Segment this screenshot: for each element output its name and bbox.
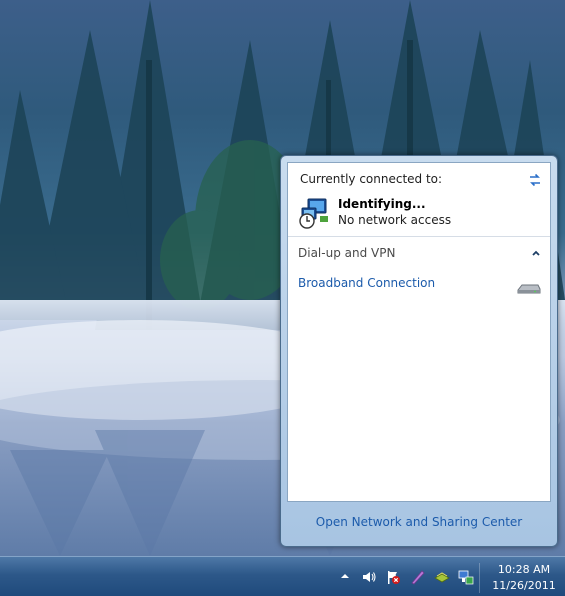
tray-divider [479, 563, 480, 593]
modem-icon [517, 284, 541, 294]
action-center-flag-icon[interactable] [385, 569, 401, 585]
clock-time[interactable]: 10:28 AM [484, 563, 564, 576]
network-icon[interactable] [458, 569, 474, 585]
layers-icon[interactable] [434, 569, 450, 585]
volume-icon[interactable] [361, 569, 377, 585]
chevron-up-icon[interactable] [531, 249, 541, 257]
refresh-icon[interactable] [527, 172, 543, 188]
broadband-connection-link[interactable]: Broadband Connection [298, 276, 435, 290]
open-network-sharing-center-link[interactable]: Open Network and Sharing Center [281, 515, 557, 529]
pen-icon[interactable] [410, 569, 426, 585]
show-hidden-icons-arrow-icon[interactable] [340, 571, 350, 581]
section-divider [288, 236, 550, 237]
network-computers-icon [299, 198, 328, 229]
dialup-vpn-header[interactable]: Dial-up and VPN [298, 246, 395, 260]
network-status: Identifying... [338, 197, 426, 211]
network-access-status: No network access [338, 213, 452, 227]
network-flyout: Currently connected to: Identifying... N… [280, 155, 558, 547]
network-panel: Currently connected to: Identifying... N… [287, 162, 551, 502]
clock-date[interactable]: 11/26/2011 [484, 579, 564, 592]
currently-connected-label: Currently connected to: [300, 172, 443, 186]
taskbar: 10:28 AM 11/26/2011 [0, 556, 565, 596]
